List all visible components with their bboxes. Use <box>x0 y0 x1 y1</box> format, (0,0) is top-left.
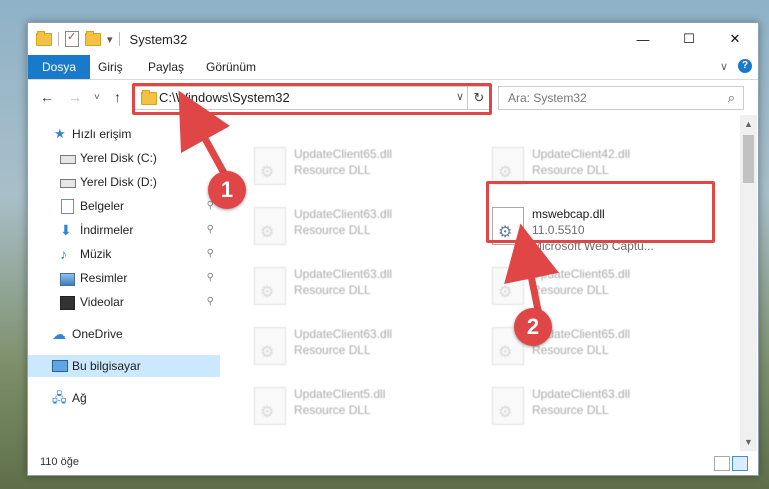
annotation-arrows <box>178 90 560 319</box>
step-badge-1: 1 <box>208 171 246 209</box>
file-explorer-window: ▾ System32 — ☐ ✕ Dosya Giriş Paylaş Görü… <box>27 22 759 476</box>
arrow-to-file <box>504 223 560 319</box>
arrow-to-address-bar <box>178 90 231 177</box>
step-badge-2: 2 <box>514 308 552 346</box>
